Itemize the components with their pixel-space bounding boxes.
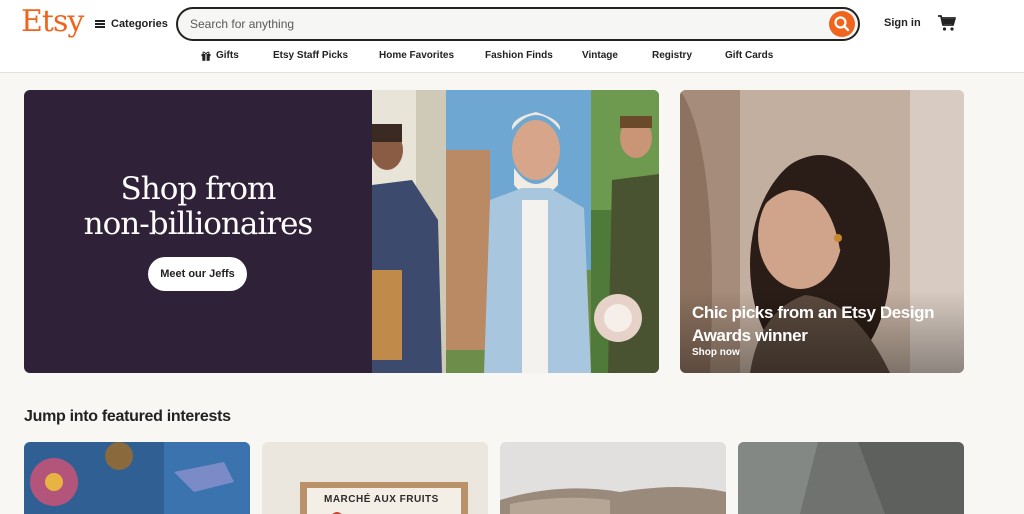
search-button[interactable]	[829, 11, 855, 37]
shop-now-link[interactable]: Shop now	[692, 347, 740, 358]
hero-title: Shop from non-billionaires	[24, 172, 372, 242]
fabric-image	[738, 442, 964, 514]
search-icon	[834, 16, 850, 32]
hero-title-line-1: Shop from	[120, 171, 277, 207]
sign-in-link[interactable]: Sign in	[884, 17, 921, 29]
search-bar	[176, 7, 860, 41]
nav-gifts[interactable]: Gifts	[216, 50, 239, 61]
hero-title-line-2: non-billionaires	[83, 206, 314, 242]
nav-fashion-finds[interactable]: Fashion Finds	[485, 50, 553, 61]
etsy-logo[interactable]: Etsy	[21, 4, 84, 39]
cart-icon[interactable]	[937, 14, 957, 32]
promo-title: Chic picks from an Etsy Design Awards wi…	[692, 303, 935, 345]
design-awards-promo[interactable]: Chic picks from an Etsy Design Awards wi…	[680, 90, 964, 373]
nav-vintage[interactable]: Vintage	[582, 50, 618, 61]
hero-text-panel: Shop from non-billionaires Meet our Jeff…	[24, 90, 372, 373]
top-header: Etsy Categories Sign in Gifts Etsy Sta	[0, 0, 1024, 73]
featured-card-4[interactable]	[738, 442, 964, 514]
featured-card-1[interactable]	[24, 442, 250, 514]
hamburger-icon	[95, 20, 105, 28]
featured-interests-heading: Jump into featured interests	[24, 408, 231, 425]
pillow-image	[500, 442, 726, 514]
print-caption: MARCHÉ AUX FRUITS	[324, 494, 439, 505]
hero-banner: Shop from non-billionaires Meet our Jeff…	[24, 90, 659, 373]
categories-button[interactable]: Categories	[95, 16, 168, 32]
flowers-image	[24, 442, 250, 514]
meet-our-jeffs-button[interactable]: Meet our Jeffs	[148, 257, 247, 291]
nav-home-favorites[interactable]: Home Favorites	[379, 50, 454, 61]
nav-etsy-staff-picks[interactable]: Etsy Staff Picks	[273, 50, 348, 61]
featured-card-2[interactable]: MARCHÉ AUX FRUITS	[262, 442, 488, 514]
sub-navigation: Gifts Etsy Staff Picks Home Favorites Fa…	[0, 48, 1024, 66]
search-input[interactable]	[190, 15, 810, 33]
nav-gift-cards[interactable]: Gift Cards	[725, 50, 773, 61]
featured-card-3[interactable]	[500, 442, 726, 514]
nav-registry[interactable]: Registry	[652, 50, 692, 61]
hero-photo-collage	[372, 90, 659, 373]
gift-icon	[201, 51, 211, 61]
categories-label: Categories	[111, 18, 168, 30]
